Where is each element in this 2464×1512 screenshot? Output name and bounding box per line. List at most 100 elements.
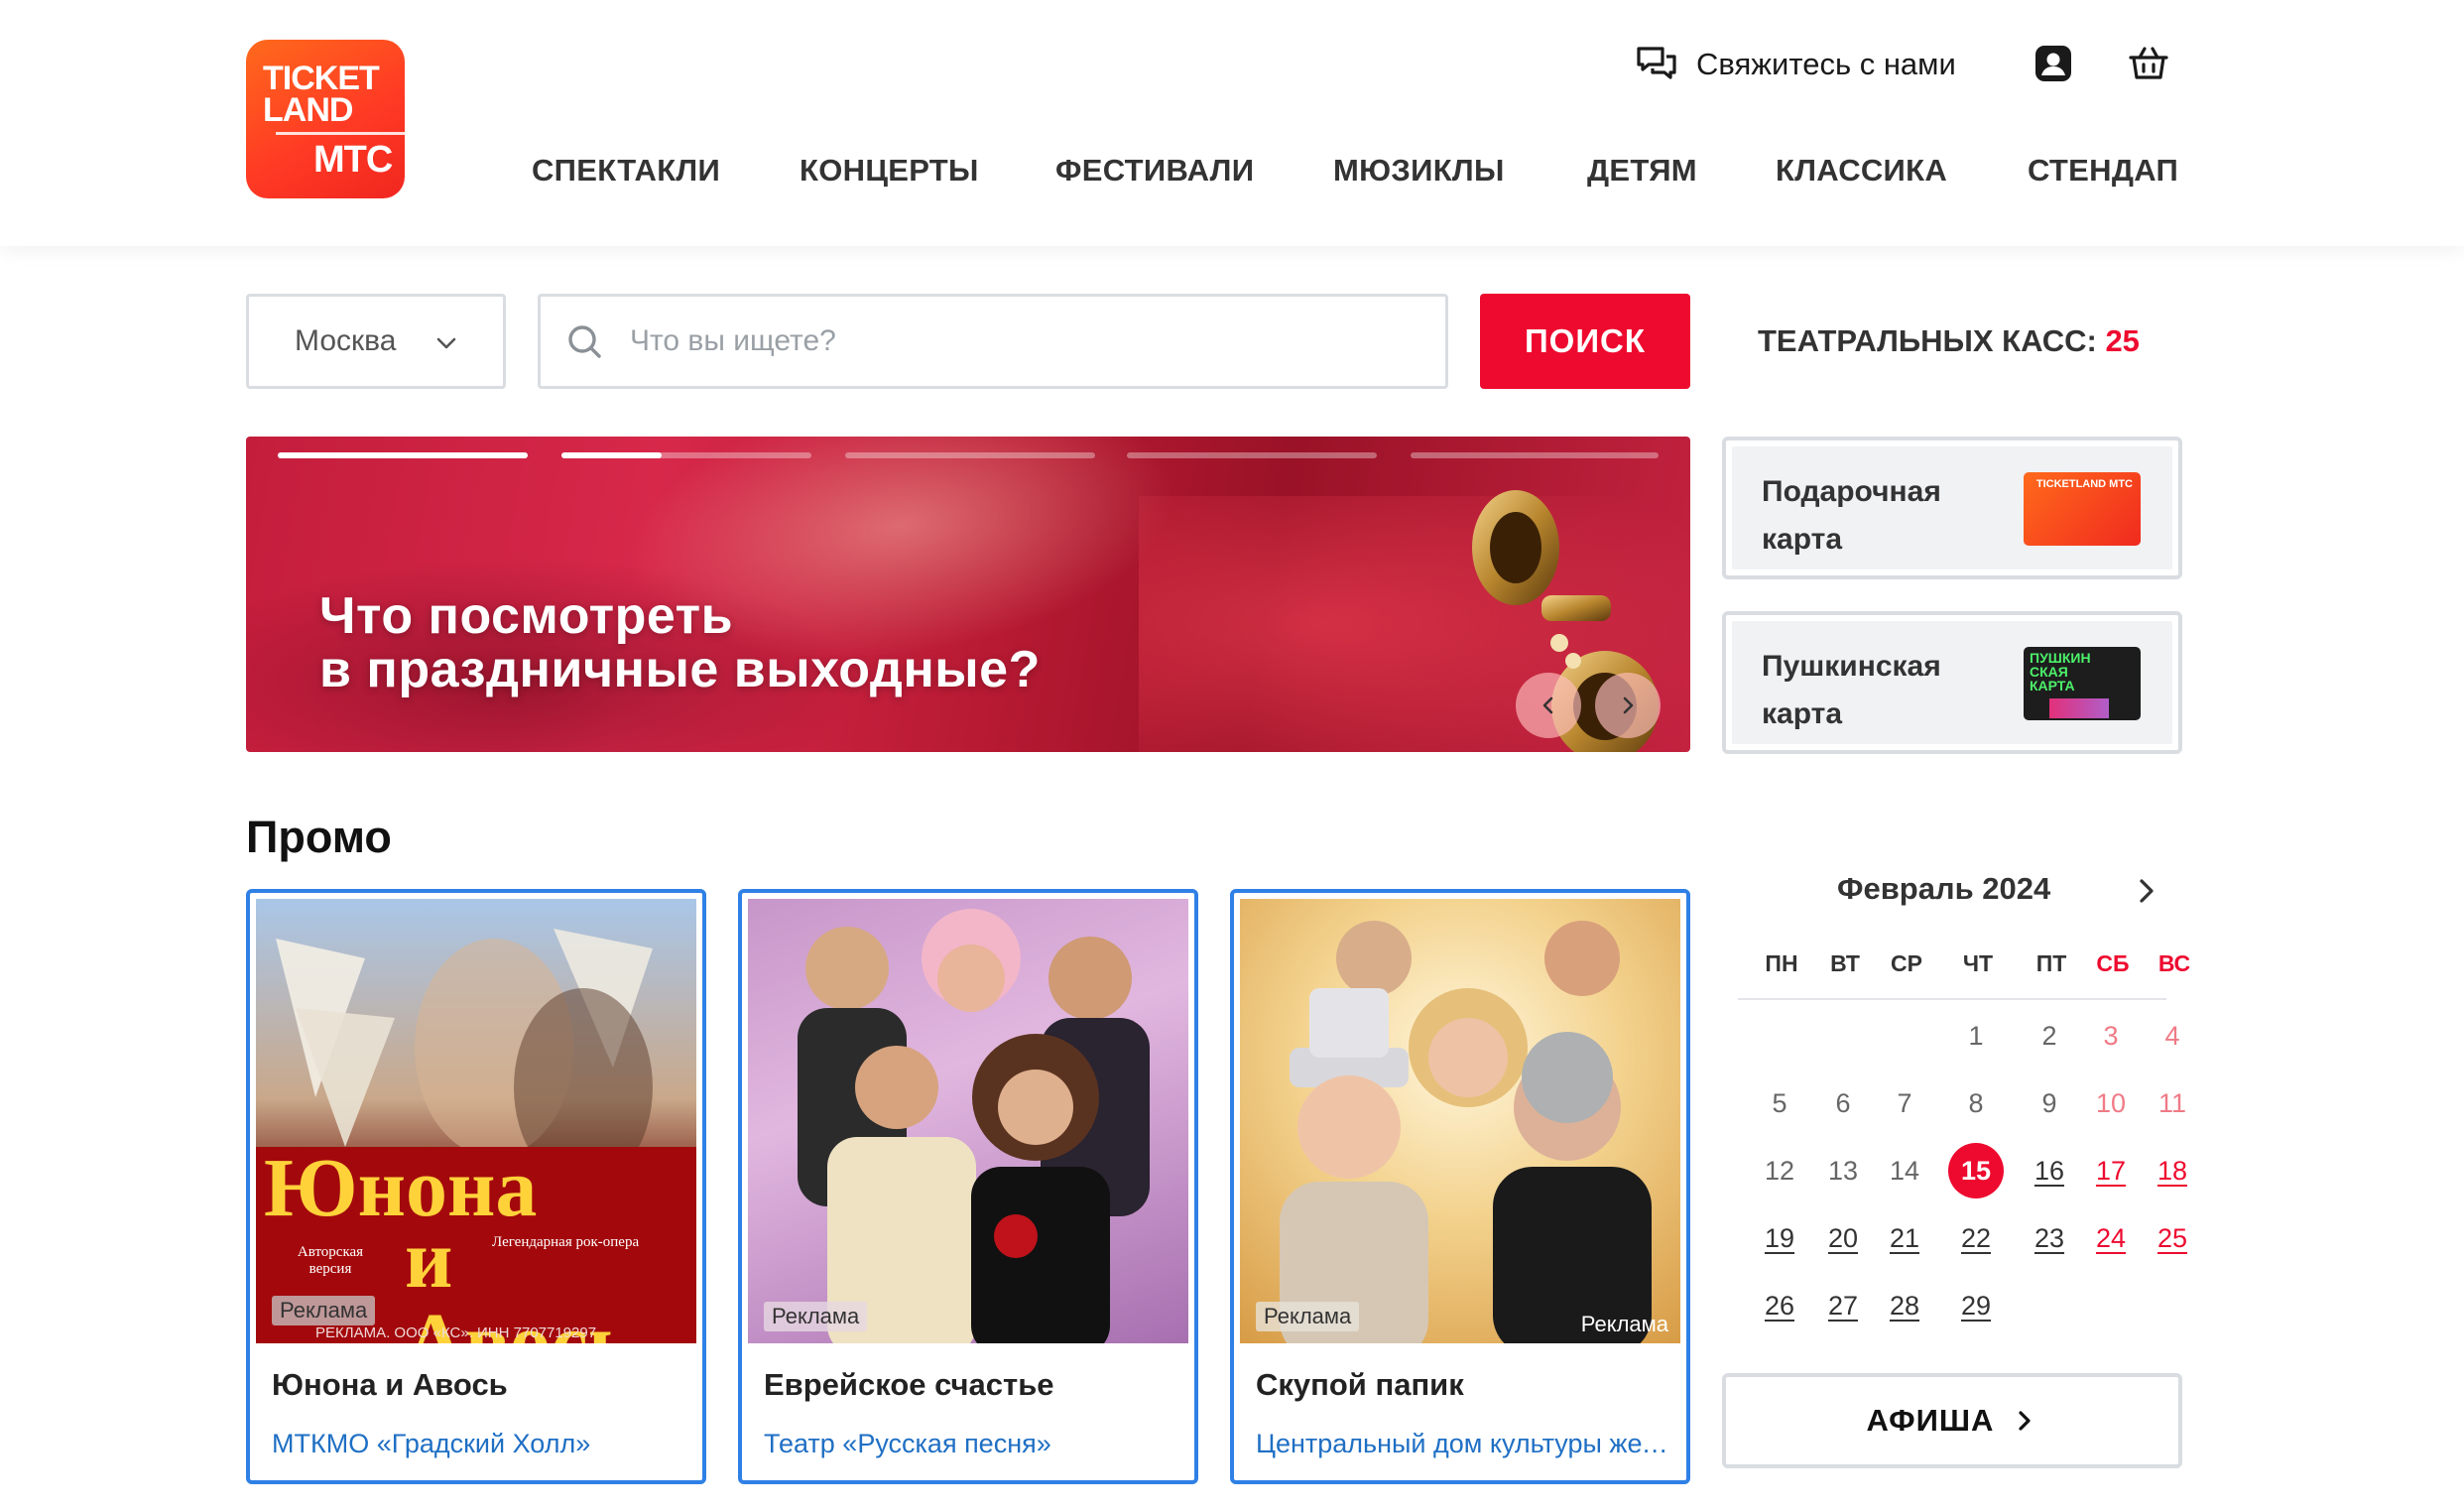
calendar-next-month-icon[interactable] bbox=[2129, 873, 2164, 909]
calendar-weekday: СБ bbox=[2096, 950, 2130, 976]
calendar-day: 13 bbox=[1827, 1156, 1859, 1186]
basket-icon[interactable] bbox=[2127, 42, 2170, 85]
calendar-day[interactable]: 23 bbox=[2022, 1210, 2077, 1266]
nav-item-koncerty[interactable]: КОНЦЕРТЫ bbox=[800, 153, 979, 189]
search-input[interactable] bbox=[630, 324, 1423, 358]
calendar-day[interactable]: 18 bbox=[2145, 1143, 2200, 1198]
gift-card-thumb-label: TICKETLAND МТС bbox=[2035, 478, 2133, 490]
user-profile-icon[interactable] bbox=[2032, 42, 2075, 85]
box-office-label: ТЕАТРАЛЬНЫХ КАСС: bbox=[1758, 323, 2097, 358]
promo-card-name: Еврейское счастье bbox=[764, 1367, 1054, 1402]
calendar-weekday: ЧТ bbox=[1962, 950, 1994, 976]
calendar-day[interactable]: 25 bbox=[2145, 1210, 2200, 1266]
promo-poster-skupoy: Реклама Реклама bbox=[1240, 899, 1680, 1343]
calendar-weekday: ПТ bbox=[2035, 950, 2067, 976]
poster-subtitle-genre: Легендарная рок-опера bbox=[492, 1234, 640, 1250]
chat-bubbles-icon bbox=[1637, 47, 1676, 79]
box-office-count: ТЕАТРАЛЬНЫХ КАСС: 25 bbox=[1758, 323, 2140, 359]
calendar-weekday: ВС bbox=[2157, 950, 2191, 976]
site-header: TICKET LAND МТС Свяжитесь с нами СПЕКТАК… bbox=[0, 0, 2464, 246]
calendar-day[interactable]: 20 bbox=[1815, 1210, 1871, 1266]
chevron-right-icon bbox=[1623, 696, 1634, 714]
contact-us-label: Свяжитесь с нами bbox=[1696, 47, 1956, 81]
banner-next-button[interactable] bbox=[1595, 673, 1661, 738]
calendar-day[interactable]: 22 bbox=[1948, 1210, 2004, 1266]
pushkin-card-thumbnail: ПУШКИН СКАЯ КАРТА bbox=[2024, 647, 2141, 720]
banner-progress-3 bbox=[845, 452, 1095, 458]
logo-text-land: LAND bbox=[263, 91, 353, 129]
banner-progress-4 bbox=[1127, 452, 1377, 458]
calendar-day[interactable]: 27 bbox=[1815, 1278, 1871, 1333]
city-select[interactable]: Москва bbox=[246, 294, 506, 389]
promo-poster-yunona: Юнона и Авось Авторская версия Легендарн… bbox=[256, 899, 696, 1343]
promo-card-venue[interactable]: Театр «Русская песня» bbox=[764, 1429, 1180, 1459]
ticketland-logo[interactable]: TICKET LAND МТС bbox=[246, 40, 405, 198]
cast-photo-illustration bbox=[798, 909, 1150, 1343]
calendar-month: Февраль 2024 bbox=[1837, 871, 2051, 906]
promo-card-venue[interactable]: МТКМО «Градский Холл» bbox=[272, 1429, 688, 1459]
banner-progress-2 bbox=[561, 452, 811, 458]
pushkin-card-link[interactable]: Пушкинская карта ПУШКИН СКАЯ КАРТА bbox=[1722, 611, 2182, 754]
ad-label: Реклама bbox=[272, 1296, 376, 1325]
promo-card-skupoy[interactable]: Реклама Реклама Скупой папик Центральный… bbox=[1230, 889, 1690, 1484]
nav-item-spektakli[interactable]: СПЕКТАКЛИ bbox=[532, 153, 720, 189]
nav-item-festivali[interactable]: ФЕСТИВАЛИ bbox=[1055, 153, 1254, 189]
banner-progress-1 bbox=[278, 452, 528, 458]
ad-label-corner: Реклама bbox=[1580, 1312, 1668, 1336]
banner-prev-button[interactable] bbox=[1516, 673, 1581, 738]
calendar-day[interactable]: 29 bbox=[1948, 1278, 2004, 1333]
ad-label: Реклама bbox=[764, 1302, 868, 1331]
calendar-day: 7 bbox=[1897, 1088, 1912, 1118]
calendar-day: 12 bbox=[1764, 1156, 1795, 1186]
promo-poster-evreyskoe: Реклама bbox=[748, 899, 1188, 1343]
nav-item-klassika[interactable]: КЛАССИКА bbox=[1776, 153, 1947, 189]
box-office-number: 25 bbox=[2105, 323, 2140, 358]
calendar-day[interactable]: 16 bbox=[2022, 1143, 2077, 1198]
calendar-day: 9 bbox=[2041, 1088, 2057, 1118]
gift-card-thumbnail: TICKETLAND МТС bbox=[2024, 472, 2141, 546]
calendar-day[interactable]: 21 bbox=[1877, 1210, 1932, 1266]
gift-card-link[interactable]: Подарочная карта TICKETLAND МТС bbox=[1722, 437, 2182, 579]
calendar-day[interactable]: 26 bbox=[1752, 1278, 1807, 1333]
promo-card-evreyskoe[interactable]: Реклама Еврейское счастье Театр «Русская… bbox=[738, 889, 1198, 1484]
calendar-weekday: ПН bbox=[1765, 950, 1798, 976]
calendar-day: 8 bbox=[1968, 1088, 1984, 1118]
pushkin-card-thumb-label: ПУШКИН СКАЯ КАРТА bbox=[2030, 650, 2091, 693]
calendar-day[interactable]: 24 bbox=[2083, 1210, 2139, 1266]
ad-label: Реклама bbox=[1256, 1302, 1360, 1331]
pushkin-card-stripe bbox=[2049, 698, 2109, 718]
chevron-right-icon bbox=[2019, 1411, 2032, 1431]
chevron-down-icon bbox=[436, 337, 456, 349]
pushkin-card-title: Пушкинская карта bbox=[1762, 650, 1941, 730]
calendar-day: 5 bbox=[1772, 1088, 1787, 1118]
calendar-day[interactable]: 28 bbox=[1877, 1278, 1932, 1333]
afisha-button[interactable]: АФИША bbox=[1722, 1373, 2182, 1468]
logo-text-ticket: TICKET bbox=[263, 60, 380, 97]
logo-divider bbox=[276, 132, 405, 135]
calendar-day: 6 bbox=[1835, 1088, 1851, 1118]
nav-item-stendap[interactable]: СТЕНДАП bbox=[2028, 153, 2178, 189]
afisha-button-label: АФИША bbox=[1866, 1403, 1995, 1438]
nav-item-detyam[interactable]: ДЕТЯМ bbox=[1587, 153, 1697, 189]
calendar-day: 10 bbox=[2095, 1088, 2127, 1118]
promo-card-venue[interactable]: Центральный дом культуры железнодорожник… bbox=[1256, 1429, 1672, 1459]
calendar-weekday: СР bbox=[1891, 950, 1922, 976]
calendar-day-today[interactable]: 15 bbox=[1948, 1143, 2004, 1198]
hero-banner[interactable]: Что посмотреть в праздничные выходные? bbox=[246, 437, 1690, 752]
search-field bbox=[538, 294, 1448, 389]
nav-item-myuzikly[interactable]: МЮЗИКЛЫ bbox=[1333, 153, 1505, 189]
banner-progress-fill bbox=[278, 452, 528, 458]
calendar-day[interactable]: 19 bbox=[1752, 1210, 1807, 1266]
poster-subtitle-version: Авторская версия bbox=[297, 1244, 364, 1277]
search-button[interactable]: ПОИСК bbox=[1480, 294, 1690, 389]
calendar-day: 1 bbox=[1968, 1021, 1984, 1051]
banner-progress-fill bbox=[561, 452, 662, 458]
calendar-divider bbox=[1738, 998, 2166, 1000]
contact-us-link[interactable]: Свяжитесь с нами bbox=[1635, 40, 1956, 89]
calendar-day: 11 bbox=[2157, 1088, 2187, 1118]
promo-card-name: Юнона и Авось bbox=[272, 1367, 508, 1402]
poster-legal-text: РЕКЛАМА. ООО «КС». ИНН 7707719297 bbox=[315, 1324, 597, 1341]
banner-headline-line2: в праздничные выходные? bbox=[319, 641, 1041, 698]
calendar-day[interactable]: 17 bbox=[2083, 1143, 2139, 1198]
promo-card-yunona[interactable]: Юнона и Авось Авторская версия Легендарн… bbox=[246, 889, 706, 1484]
